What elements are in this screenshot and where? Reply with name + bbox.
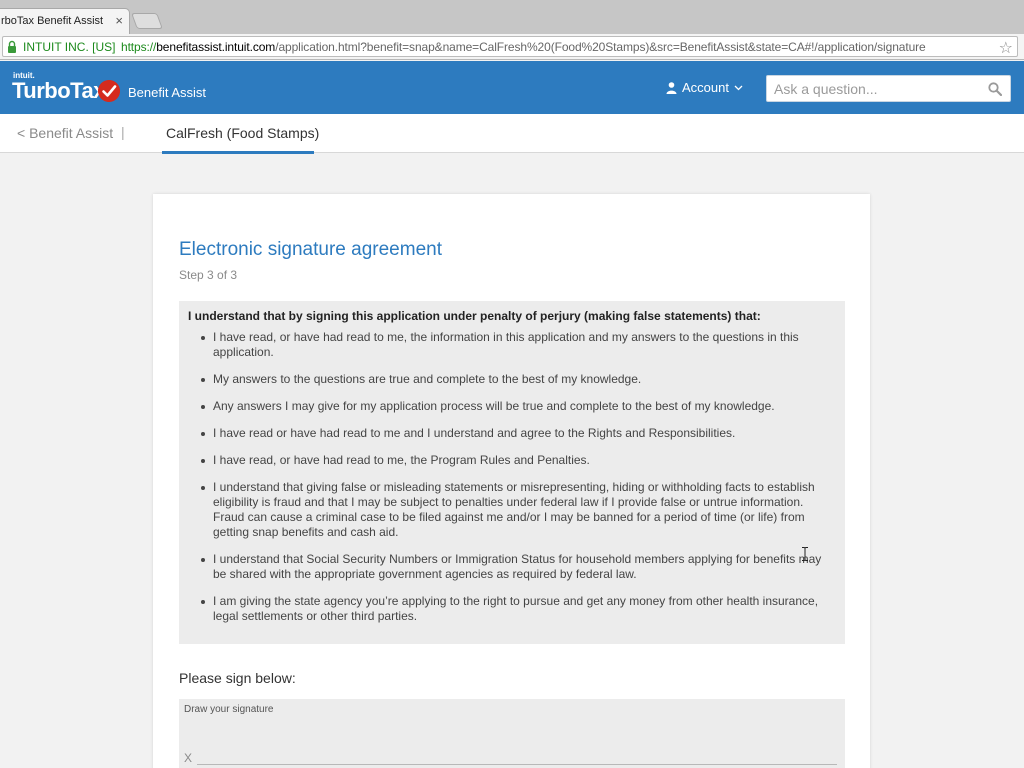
tab-title: rboTax Benefit Assist [1, 15, 104, 27]
user-icon [666, 81, 677, 94]
account-label: Account [682, 80, 729, 95]
list-item: I understand that Social Security Number… [201, 552, 831, 582]
url-path: /application.html?benefit=snap&name=CalF… [275, 40, 926, 54]
bookmark-star-icon[interactable]: ☆ [999, 38, 1013, 58]
list-item: I am giving the state agency you’re appl… [201, 594, 831, 624]
signature-card: Electronic signature agreement Step 3 of… [153, 194, 870, 768]
signature-hint: Draw your signature [184, 704, 274, 715]
chevron-down-icon [734, 85, 743, 90]
search-input[interactable] [774, 80, 979, 98]
brand-logo[interactable]: TurboTax [12, 78, 105, 104]
tab-close-icon[interactable]: × [115, 13, 123, 28]
list-item: I understand that giving false or mislea… [201, 480, 831, 540]
url-field[interactable]: INTUIT INC. [US] https://benefitassist.i… [2, 36, 1018, 57]
ev-certificate-label: INTUIT INC. [US] [23, 40, 116, 54]
tab-calfresh[interactable]: CalFresh (Food Stamps) [162, 114, 319, 154]
signature-x-mark: X [184, 751, 193, 765]
new-tab-button[interactable] [131, 13, 163, 29]
browser-tab[interactable]: rboTax Benefit Assist × [0, 8, 130, 34]
browser-addressbar: INTUIT INC. [US] https://benefitassist.i… [0, 34, 1024, 60]
list-item: I have read, or have had read to me, the… [201, 330, 831, 360]
url-scheme: https:// [121, 40, 157, 54]
app-header: intuit. TurboTax Benefit Assist Account [0, 61, 1024, 114]
nav-separator: | [121, 124, 125, 140]
lock-icon [8, 40, 16, 53]
terms-intro: I understand that by signing this applic… [188, 309, 761, 323]
url-text: https://benefitassist.intuit.com/applica… [121, 40, 926, 54]
url-host: benefitassist.intuit.com [156, 40, 276, 54]
terms-list: I have read, or have had read to me, the… [201, 330, 831, 636]
page-title: Electronic signature agreement [179, 239, 442, 260]
account-menu[interactable]: Account [666, 80, 743, 95]
back-to-benefit-assist-link[interactable]: < Benefit Assist [17, 125, 113, 141]
signature-line [197, 764, 837, 765]
checkmark-logo-icon [98, 80, 120, 102]
sign-below-label: Please sign below: [179, 670, 296, 686]
search-icon[interactable] [988, 82, 1002, 96]
tab-calfresh-label: CalFresh (Food Stamps) [166, 125, 320, 141]
browser-tabstrip: rboTax Benefit Assist × [0, 0, 1024, 34]
text-cursor-icon [802, 547, 808, 561]
list-item: My answers to the questions are true and… [201, 372, 831, 387]
active-tab-indicator [162, 151, 314, 154]
sub-navigation: < Benefit Assist | CalFresh (Food Stamps… [0, 114, 1024, 154]
signature-pad[interactable]: Draw your signature X [179, 699, 845, 768]
list-item: Any answers I may give for my applicatio… [201, 399, 831, 414]
list-item: I have read or have had read to me and I… [201, 426, 831, 441]
terms-box: I understand that by signing this applic… [179, 301, 845, 644]
product-name: Benefit Assist [128, 85, 207, 100]
search-box [766, 75, 1011, 102]
list-item: I have read, or have had read to me, the… [201, 453, 831, 468]
step-indicator: Step 3 of 3 [179, 268, 238, 282]
